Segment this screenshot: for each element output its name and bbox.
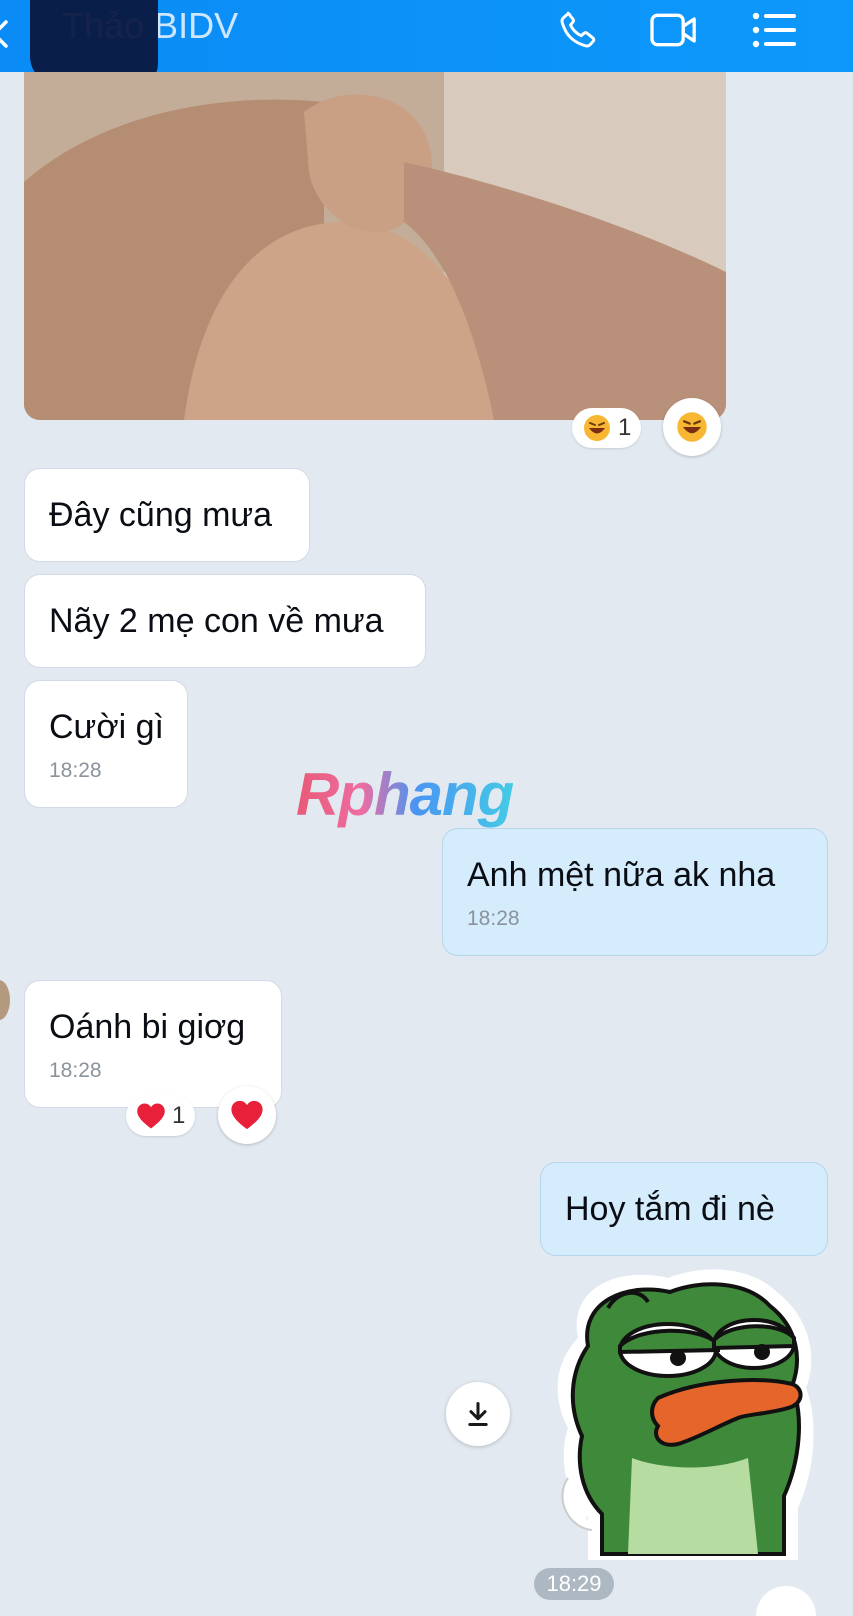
photo-reaction-summary[interactable]: 1 <box>572 408 642 448</box>
laugh-emoji-icon <box>677 412 707 442</box>
incoming-message[interactable]: Cười gì 18:28 <box>24 680 188 808</box>
message-time: 18:29 <box>534 1568 614 1600</box>
message-text: Đây cũng mưa <box>49 496 273 534</box>
download-icon <box>468 1401 488 1427</box>
download-button[interactable] <box>446 1382 510 1446</box>
pepe-sticker[interactable] <box>548 1268 820 1560</box>
avatar[interactable] <box>0 980 10 1020</box>
photo-message[interactable] <box>24 72 726 420</box>
add-reaction-button[interactable] <box>663 398 721 456</box>
message-text: Cười gì <box>49 708 164 746</box>
heart-icon <box>137 1103 165 1129</box>
outgoing-message[interactable]: Anh mệt nữa ak nha 18:28 <box>442 828 828 956</box>
scroll-button[interactable] <box>756 1586 816 1616</box>
video-call-icon[interactable] <box>648 8 700 52</box>
message-text: Hoy tắm đi nè <box>565 1190 775 1228</box>
heart-icon <box>231 1100 263 1130</box>
message-time: 18:28 <box>467 907 520 930</box>
incoming-message[interactable]: Nãy 2 mẹ con về mưa <box>24 574 426 668</box>
laugh-emoji-icon <box>584 415 610 441</box>
reaction-count: 1 <box>172 1102 186 1129</box>
back-icon[interactable] <box>0 14 12 54</box>
incoming-message[interactable]: Đây cũng mưa <box>24 468 310 562</box>
list-menu-icon[interactable] <box>748 8 800 52</box>
add-reaction-button[interactable] <box>218 1086 276 1144</box>
outgoing-message[interactable]: Hoy tắm đi nè <box>540 1162 828 1256</box>
phone-icon[interactable] <box>552 8 604 52</box>
message-time: 18:28 <box>49 1059 102 1082</box>
message-text: Oánh bi giơg <box>49 1008 246 1046</box>
message-text: Anh mệt nữa ak nha <box>467 856 776 894</box>
message-reaction-summary[interactable]: 1 <box>126 1096 196 1136</box>
reaction-count: 1 <box>618 414 632 441</box>
watermark: Rphang <box>296 761 514 828</box>
message-text: Nãy 2 mẹ con về mưa <box>49 602 384 640</box>
chat-header: Thảo BIDV <box>0 0 853 86</box>
message-time: 18:28 <box>49 759 102 782</box>
